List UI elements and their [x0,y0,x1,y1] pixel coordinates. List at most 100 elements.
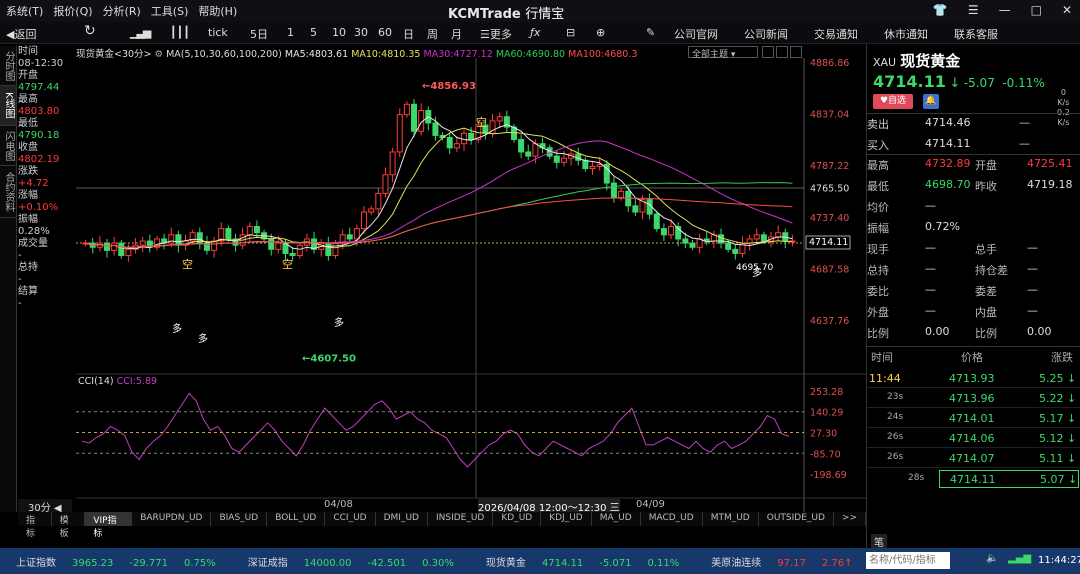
candle-body [589,165,596,170]
change-label: 涨跌 [18,166,38,177]
tab-trades[interactable]: 笔 [871,534,887,549]
stat-label: 委差 [975,285,997,298]
time-value: 08-12:30 [18,58,64,69]
tab-indicator[interactable]: 指标 [18,512,52,539]
more-button[interactable]: ☰更多 [480,26,512,42]
amp-label: 振幅 [18,214,38,225]
tab-vip-indicator[interactable]: VIP指标 [85,512,133,539]
tab-timeshare[interactable]: 分时图 [0,46,16,86]
stat-label: 开盘 [975,159,997,172]
stat-value: 4698.70 [925,178,971,191]
tab-kdj[interactable]: KDJ_UD [541,512,592,526]
link-official-site[interactable]: 公司官网 [674,26,718,42]
status-item[interactable]: 现货黄金 4714.11 -5.071 0.11% [478,554,687,569]
status-value: 4714.11 [541,557,584,569]
tab-more[interactable]: >> [834,512,866,526]
candle-body [775,232,782,238]
period-5[interactable]: 5 [310,26,317,39]
status-item[interactable]: 上证指数 3965.23 -29.771 0.75% [8,554,224,569]
favorite-button[interactable]: ♥自选 [873,94,913,109]
stat-label: 现手 [867,243,889,256]
tab-boll[interactable]: BOLL_UD [267,512,326,526]
period-30[interactable]: 30 [354,26,368,39]
tab-contract[interactable]: 合约资料 [0,166,16,218]
refresh-icon[interactable]: ↻ [84,23,96,39]
back-button[interactable]: ◀返回 [6,26,36,42]
period-60[interactable]: 60 [378,26,392,39]
menu-quote[interactable]: 报价(Q) [53,3,92,19]
alert-bell-icon[interactable]: 🔔 [923,94,939,109]
menu-icon[interactable]: ☰ [968,3,979,17]
hold-label: 总持 [18,262,38,273]
tick-button[interactable]: tick [208,26,228,39]
menu-analysis[interactable]: 分析(R) [103,3,141,19]
candle-body [582,159,589,170]
cci-axis-label: 140.29 [810,408,843,419]
status-item[interactable]: 深证成指 14000.00 -42.501 0.30% [240,554,462,569]
link-holiday-notice[interactable]: 休市通知 [884,26,928,42]
zoom-icon[interactable]: ⊕ [596,26,605,39]
stat-value: 4719.18 [1027,178,1073,191]
period-10[interactable]: 10 [332,26,346,39]
tab-flash[interactable]: 闪电图 [0,126,16,166]
minimize-icon[interactable]: — [999,3,1011,17]
buy-price: 4714.11 [925,137,971,150]
menu-help[interactable]: 帮助(H) [198,3,237,19]
kline-chart-area[interactable]: 现货黄金<30分> ⚙ MA(5,10,30,60,100,200) MA5:4… [18,46,866,514]
tab-kline[interactable]: K线图 [0,86,16,126]
stat-label: 持仓差 [975,264,1008,277]
tab-template[interactable]: 模板 [52,512,86,539]
volume-label: 成交量 [18,238,48,249]
candle-body [111,242,118,251]
tick-row: 26s 4714.07 5.11 ↓ [867,450,1080,468]
link-company-news[interactable]: 公司新闻 [744,26,788,42]
bar-chart-icon[interactable]: ▁▃▅ [130,26,151,39]
formula-icon[interactable]: ƒx [530,26,540,39]
toolbar: ◀返回 ↻ ▁▃▅ ┃┃┃ tick 5日 1 5 10 30 60 日 周 月… [0,22,1080,44]
tab-macd[interactable]: MACD_UD [641,512,703,526]
shirt-icon[interactable]: 👕 [933,3,948,17]
tick-change: 5.25 ↓ [1039,372,1077,385]
tab-cci[interactable]: CCI_UD [325,512,376,526]
price-axis-label: 4737.40 [810,213,849,224]
close-icon[interactable]: ✕ [1062,3,1072,17]
cci-line [81,392,790,468]
link-customer-service[interactable]: 联系客服 [954,26,998,42]
status-name: 美原油连续 [711,557,762,569]
menu-tools[interactable]: 工具(S) [151,3,189,19]
ruler-icon[interactable]: ⊟ [566,26,575,39]
tab-ma[interactable]: MA_UD [592,512,641,526]
period-week[interactable]: 周 [427,26,438,42]
status-change: -5.071 [599,557,632,569]
candle-icon[interactable]: ┃┃┃ [170,26,190,39]
candle-body [753,234,760,240]
candle-body [760,234,767,242]
period-month[interactable]: 月 [451,26,462,42]
tab-mtm[interactable]: MTM_UD [703,512,759,526]
menu-system[interactable]: 系统(T) [6,3,43,19]
pen-icon[interactable]: ✎ [646,26,655,39]
tab-bias[interactable]: BIAS_UD [211,512,268,526]
price-axis-label: 4714.11 [809,237,848,248]
period-5d[interactable]: 5日 [250,26,268,42]
stat-row: 振幅 0.72% [867,220,1080,236]
period-day[interactable]: 日 [403,26,414,42]
stat-value: — [925,241,936,254]
link-trade-notice[interactable]: 交易通知 [814,26,858,42]
period-1[interactable]: 1 [287,26,294,39]
indicator-tabs: 指标 模板 VIP指标 BARUPDN_UD BIAS_UD BOLL_UD C… [18,512,866,539]
ma5-line [85,116,793,250]
quote-panel: XAU 现货黄金 4714.11 ↓ -5.07 -0.11% ♥自选 🔔 0 … [866,44,1080,549]
tab-dmi[interactable]: DMI_UD [376,512,428,526]
tab-kd[interactable]: KD_UD [493,512,542,526]
status-name: 上证指数 [16,557,56,569]
sound-icon[interactable]: 🔈 [986,553,998,564]
maximize-icon[interactable]: □ [1031,3,1042,17]
tick-price: 4714.11 [950,473,996,486]
stat-value: — [1027,262,1038,275]
tab-inside[interactable]: INSIDE_UD [428,512,494,526]
tab-barupdn[interactable]: BARUPDN_UD [132,512,212,526]
search-input[interactable] [866,552,950,569]
tab-outside[interactable]: OUTSIDE_UD [759,512,834,526]
candle-body [175,234,182,246]
